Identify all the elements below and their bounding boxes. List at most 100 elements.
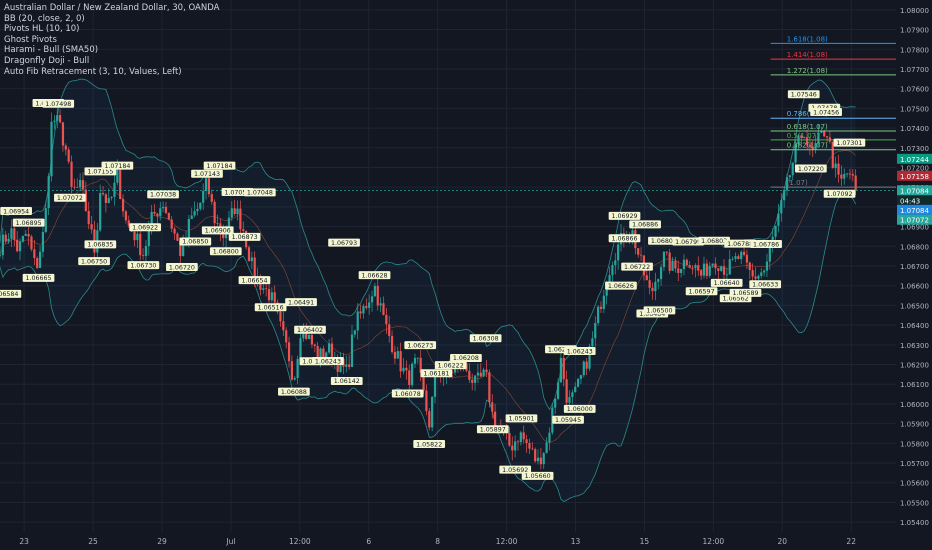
pivot-label: 1.06793 bbox=[331, 240, 357, 247]
candle-body bbox=[591, 338, 594, 347]
indicator-bb[interactable]: BB (20, close, 2, 0) bbox=[4, 14, 219, 25]
candle-body bbox=[548, 432, 551, 443]
y-tick-label: 1.05800 bbox=[900, 440, 929, 448]
candle-body bbox=[674, 260, 677, 269]
y-tick-label: 1.07400 bbox=[900, 125, 929, 133]
candle-body bbox=[310, 334, 314, 345]
candle-body bbox=[299, 338, 302, 360]
candle-body bbox=[751, 270, 754, 277]
pivot-label: 1.05660 bbox=[525, 473, 551, 480]
candle-body bbox=[668, 252, 671, 271]
fib-level-label: 1.414(1.08) bbox=[787, 51, 828, 59]
candle-body bbox=[705, 263, 708, 276]
pivot-label: 1.07184 bbox=[104, 163, 130, 170]
candle-body bbox=[273, 292, 276, 303]
pivot-label: 1.06181 bbox=[423, 371, 449, 378]
indicator-harami[interactable]: Harami - Bull (SMA50) bbox=[4, 45, 219, 56]
pivot-label: 1.06243 bbox=[567, 348, 593, 355]
candle-body bbox=[840, 174, 843, 179]
indicator-pivots-hl[interactable]: Pivots HL (10, 10) bbox=[4, 24, 219, 35]
candle-body bbox=[765, 261, 769, 271]
candle-body bbox=[556, 382, 560, 399]
indicator-dragonfly-doji[interactable]: Dragonfly Doji - Bull bbox=[4, 56, 219, 67]
x-tick-label: 6 bbox=[366, 537, 371, 546]
candle-body bbox=[791, 162, 794, 176]
pivot-label: 1.06597 bbox=[689, 289, 715, 296]
candle-body bbox=[99, 193, 102, 231]
price-tag-label: 1.07084 bbox=[900, 187, 929, 195]
candle-body bbox=[416, 357, 419, 359]
candle-body bbox=[740, 251, 743, 260]
candle-body bbox=[322, 348, 325, 358]
candle-body bbox=[110, 196, 113, 198]
candle-body bbox=[345, 364, 348, 367]
y-tick-label: 1.07500 bbox=[900, 105, 929, 113]
candle-body bbox=[519, 432, 522, 443]
candle-body bbox=[136, 233, 139, 241]
candle-body bbox=[582, 361, 585, 376]
candle-body bbox=[230, 208, 233, 218]
candle-body bbox=[113, 182, 116, 197]
y-tick-label: 1.05900 bbox=[900, 421, 929, 429]
pivot-label: 1.05822 bbox=[416, 441, 442, 448]
pivot-label: 1.06633 bbox=[752, 282, 778, 289]
candle-body bbox=[396, 351, 399, 359]
candle-body bbox=[671, 260, 674, 271]
candle-body bbox=[734, 256, 737, 259]
x-tick-label: 15 bbox=[640, 537, 650, 546]
pivot-label: 1.06078 bbox=[395, 391, 421, 398]
candle-body bbox=[825, 136, 829, 138]
candle-body bbox=[597, 306, 600, 323]
price-tag-label: 1.07084 bbox=[900, 207, 929, 215]
candle-body bbox=[90, 224, 93, 230]
candle-body bbox=[262, 288, 265, 290]
pivot-label: 1.06750 bbox=[81, 258, 107, 265]
candle-body bbox=[21, 235, 24, 242]
candle-body bbox=[16, 239, 19, 252]
pivot-label: 1.06208 bbox=[453, 355, 479, 362]
candle-body bbox=[153, 211, 156, 214]
candle-body bbox=[199, 202, 202, 209]
candle-body bbox=[579, 375, 583, 379]
price-tag-label: 04:43 bbox=[900, 197, 920, 205]
candle-body bbox=[565, 379, 568, 403]
indicator-ghost-pivots[interactable]: Ghost Pivots bbox=[4, 35, 219, 46]
x-tick-label: 29 bbox=[157, 537, 167, 546]
candle-body bbox=[216, 223, 219, 225]
candle-body bbox=[431, 396, 434, 428]
candle-body bbox=[385, 314, 388, 325]
pivot-label: 1.06000 bbox=[567, 406, 593, 413]
candle-body bbox=[279, 311, 282, 322]
candle-body bbox=[405, 367, 408, 371]
candle-body bbox=[645, 275, 648, 281]
pivot-label: 1.07301 bbox=[836, 140, 862, 147]
candle-body bbox=[250, 257, 253, 262]
pivot-label: 1.06500 bbox=[646, 308, 672, 315]
candle-body bbox=[233, 208, 236, 215]
candle-body bbox=[325, 352, 328, 358]
candle-body bbox=[680, 269, 683, 273]
candle-body bbox=[731, 258, 734, 260]
candle-body bbox=[164, 206, 168, 214]
candle-body bbox=[654, 281, 657, 292]
candle-body bbox=[780, 200, 783, 214]
pivot-label: 1.06640 bbox=[714, 280, 740, 287]
candle-body bbox=[70, 161, 73, 187]
candle-body bbox=[213, 201, 216, 224]
candle-body bbox=[36, 258, 39, 268]
price-chart[interactable]: 1.08000 1.07900 1.07800 1.07700 1.07600 1.075… bbox=[0, 0, 932, 550]
candle-body bbox=[393, 352, 397, 359]
candle-body bbox=[121, 199, 125, 212]
candle-body bbox=[382, 303, 385, 315]
pivot-label: 1.06402 bbox=[297, 327, 323, 334]
candle-body bbox=[602, 295, 605, 309]
candle-body bbox=[133, 231, 136, 241]
candle-body bbox=[104, 194, 107, 203]
candle-body bbox=[562, 357, 565, 380]
candle-body bbox=[659, 267, 663, 280]
indicator-auto-fib[interactable]: Auto Fib Retracement (3, 10, Values, Lef… bbox=[4, 67, 219, 78]
pivot-label: 1.05897 bbox=[480, 427, 506, 434]
candle-body bbox=[210, 194, 213, 202]
candle-body bbox=[757, 275, 760, 279]
candle-body bbox=[774, 225, 777, 237]
